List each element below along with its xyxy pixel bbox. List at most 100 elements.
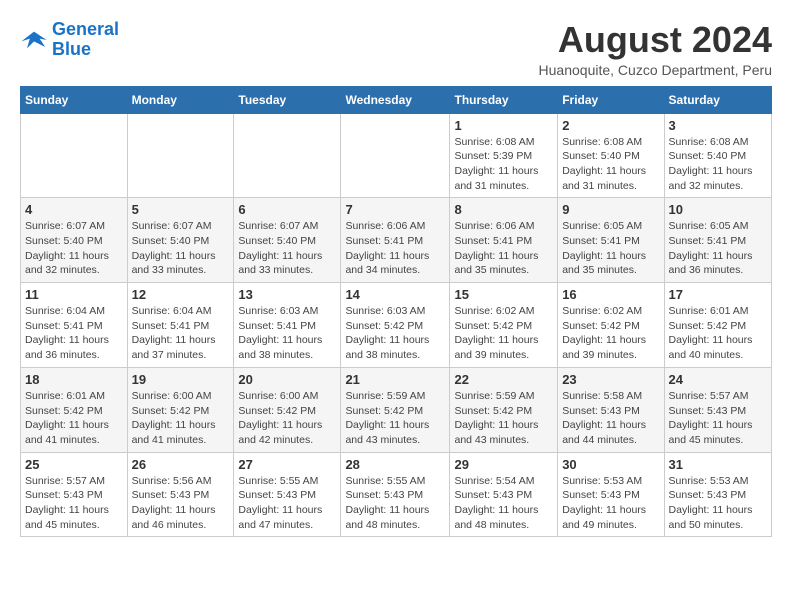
day-cell: 2Sunrise: 6:08 AM Sunset: 5:40 PM Daylig… (558, 113, 664, 198)
day-cell: 26 Sunrise: 5:56 AM Sunset: 5:43 PM Dayli… (127, 452, 234, 537)
day-info: Sunrise: 6:07 AM Sunset: 5:40 PM Dayligh… (238, 219, 336, 278)
day-cell: 17 Sunrise: 6:01 AM Sunset: 5:42 PM Dayli… (664, 283, 771, 368)
day-info: Sunrise: 6:00 AM Sunset: 5:42 PM Dayligh… (132, 389, 230, 448)
day-cell: 16 Sunrise: 6:02 AM Sunset: 5:42 PM Dayli… (558, 283, 664, 368)
day-number: 12 (132, 287, 230, 302)
day-info: Sunrise: 6:03 AM Sunset: 5:41 PM Dayligh… (238, 304, 336, 363)
day-info: Sunrise: 5:56 AM Sunset: 5:43 PM Dayligh… (132, 474, 230, 533)
day-cell: 31 Sunrise: 5:53 AM Sunset: 5:43 PM Dayli… (664, 452, 771, 537)
day-number: 26 (132, 457, 230, 472)
col-header-thursday: Thursday (450, 86, 558, 113)
col-header-tuesday: Tuesday (234, 86, 341, 113)
day-cell: 1 Sunrise: 6:08 AM Sunset: 5:39 PM Daylig… (450, 113, 558, 198)
title-block: August 2024 Huanoquite, Cuzco Department… (539, 20, 772, 78)
month-title: August 2024 (539, 20, 772, 60)
day-number: 4 (25, 202, 123, 217)
day-info: Sunrise: 6:02 AM Sunset: 5:42 PM Dayligh… (562, 304, 659, 363)
day-cell: 9 Sunrise: 6:05 AM Sunset: 5:41 PM Daylig… (558, 198, 664, 283)
day-info: Sunrise: 6:08 AM Sunset: 5:39 PM Dayligh… (454, 135, 553, 194)
calendar-header-row: SundayMondayTuesdayWednesdayThursdayFrid… (21, 86, 772, 113)
day-cell: 12 Sunrise: 6:04 AM Sunset: 5:41 PM Dayli… (127, 283, 234, 368)
day-number: 14 (345, 287, 445, 302)
day-number: 31 (669, 457, 767, 472)
day-info: Sunrise: 6:01 AM Sunset: 5:42 PM Dayligh… (669, 304, 767, 363)
day-number: 8 (454, 202, 553, 217)
day-number: 24 (669, 372, 767, 387)
col-header-sunday: Sunday (21, 86, 128, 113)
day-number: 1 (454, 118, 553, 133)
day-info: Sunrise: 6:04 AM Sunset: 5:41 PM Dayligh… (132, 304, 230, 363)
day-info: Sunrise: 5:55 AM Sunset: 5:43 PM Dayligh… (238, 474, 336, 533)
day-cell: 24 Sunrise: 5:57 AM Sunset: 5:43 PM Dayli… (664, 367, 771, 452)
day-info: Sunrise: 5:53 AM Sunset: 5:43 PM Dayligh… (562, 474, 659, 533)
day-info: Sunrise: 5:57 AM Sunset: 5:43 PM Dayligh… (25, 474, 123, 533)
day-number: 15 (454, 287, 553, 302)
day-info: Sunrise: 6:08 AM Sunset: 5:40 PM Dayligh… (669, 135, 767, 194)
day-cell: 15Sunrise: 6:02 AM Sunset: 5:42 PM Dayli… (450, 283, 558, 368)
day-number: 29 (454, 457, 553, 472)
day-cell: 18Sunrise: 6:01 AM Sunset: 5:42 PM Dayli… (21, 367, 128, 452)
day-number: 28 (345, 457, 445, 472)
col-header-monday: Monday (127, 86, 234, 113)
day-cell: 19 Sunrise: 6:00 AM Sunset: 5:42 PM Dayli… (127, 367, 234, 452)
day-number: 10 (669, 202, 767, 217)
day-cell: 6Sunrise: 6:07 AM Sunset: 5:40 PM Daylig… (234, 198, 341, 283)
day-number: 25 (25, 457, 123, 472)
logo: General Blue (20, 20, 119, 60)
calendar-table: SundayMondayTuesdayWednesdayThursdayFrid… (20, 86, 772, 538)
day-info: Sunrise: 5:59 AM Sunset: 5:42 PM Dayligh… (345, 389, 445, 448)
day-info: Sunrise: 6:03 AM Sunset: 5:42 PM Dayligh… (345, 304, 445, 363)
day-info: Sunrise: 5:59 AM Sunset: 5:42 PM Dayligh… (454, 389, 553, 448)
day-info: Sunrise: 6:08 AM Sunset: 5:40 PM Dayligh… (562, 135, 659, 194)
day-info: Sunrise: 5:58 AM Sunset: 5:43 PM Dayligh… (562, 389, 659, 448)
day-number: 9 (562, 202, 659, 217)
day-info: Sunrise: 6:07 AM Sunset: 5:40 PM Dayligh… (25, 219, 123, 278)
logo-text: General Blue (52, 20, 119, 60)
day-info: Sunrise: 6:00 AM Sunset: 5:42 PM Dayligh… (238, 389, 336, 448)
week-row-4: 18Sunrise: 6:01 AM Sunset: 5:42 PM Dayli… (21, 367, 772, 452)
day-cell: 20 Sunrise: 6:00 AM Sunset: 5:42 PM Dayli… (234, 367, 341, 452)
col-header-wednesday: Wednesday (341, 86, 450, 113)
logo-bird-icon (20, 26, 48, 54)
day-number: 20 (238, 372, 336, 387)
day-number: 11 (25, 287, 123, 302)
day-number: 5 (132, 202, 230, 217)
col-header-friday: Friday (558, 86, 664, 113)
day-number: 19 (132, 372, 230, 387)
day-info: Sunrise: 6:05 AM Sunset: 5:41 PM Dayligh… (562, 219, 659, 278)
location-title: Huanoquite, Cuzco Department, Peru (539, 62, 772, 78)
day-number: 13 (238, 287, 336, 302)
day-cell: 23Sunrise: 5:58 AM Sunset: 5:43 PM Dayli… (558, 367, 664, 452)
day-number: 18 (25, 372, 123, 387)
day-info: Sunrise: 6:04 AM Sunset: 5:41 PM Dayligh… (25, 304, 123, 363)
day-cell (234, 113, 341, 198)
week-row-2: 4 Sunrise: 6:07 AM Sunset: 5:40 PM Daylig… (21, 198, 772, 283)
day-number: 7 (345, 202, 445, 217)
day-cell: 27 Sunrise: 5:55 AM Sunset: 5:43 PM Dayli… (234, 452, 341, 537)
day-number: 30 (562, 457, 659, 472)
day-info: Sunrise: 5:54 AM Sunset: 5:43 PM Dayligh… (454, 474, 553, 533)
day-cell (341, 113, 450, 198)
col-header-saturday: Saturday (664, 86, 771, 113)
day-number: 3 (669, 118, 767, 133)
day-cell: 30 Sunrise: 5:53 AM Sunset: 5:43 PM Dayli… (558, 452, 664, 537)
day-cell: 14 Sunrise: 6:03 AM Sunset: 5:42 PM Dayli… (341, 283, 450, 368)
day-info: Sunrise: 6:07 AM Sunset: 5:40 PM Dayligh… (132, 219, 230, 278)
day-cell: 21Sunrise: 5:59 AM Sunset: 5:42 PM Dayli… (341, 367, 450, 452)
day-info: Sunrise: 5:57 AM Sunset: 5:43 PM Dayligh… (669, 389, 767, 448)
day-info: Sunrise: 6:06 AM Sunset: 5:41 PM Dayligh… (454, 219, 553, 278)
day-cell: 3 Sunrise: 6:08 AM Sunset: 5:40 PM Daylig… (664, 113, 771, 198)
day-number: 22 (454, 372, 553, 387)
day-number: 17 (669, 287, 767, 302)
day-number: 27 (238, 457, 336, 472)
day-cell: 25 Sunrise: 5:57 AM Sunset: 5:43 PM Dayli… (21, 452, 128, 537)
logo-line1: General (52, 19, 119, 39)
day-cell: 5 Sunrise: 6:07 AM Sunset: 5:40 PM Daylig… (127, 198, 234, 283)
day-cell: 28Sunrise: 5:55 AM Sunset: 5:43 PM Dayli… (341, 452, 450, 537)
logo-line2: Blue (52, 39, 91, 59)
day-number: 16 (562, 287, 659, 302)
day-cell (21, 113, 128, 198)
day-cell: 22 Sunrise: 5:59 AM Sunset: 5:42 PM Dayli… (450, 367, 558, 452)
day-info: Sunrise: 5:53 AM Sunset: 5:43 PM Dayligh… (669, 474, 767, 533)
day-cell: 10Sunrise: 6:05 AM Sunset: 5:41 PM Dayli… (664, 198, 771, 283)
